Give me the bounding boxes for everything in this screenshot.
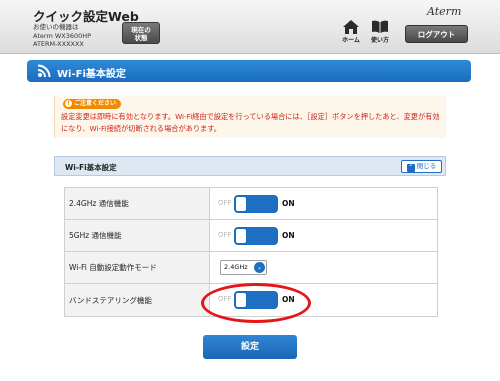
setting-label: 5GHz 通信機能	[65, 220, 210, 251]
toggle-track[interactable]	[234, 195, 278, 213]
notice-box: ! ご注意ください 設定変更は即時に有効となります。Wi-Fi経由で設定を行ってい…	[54, 96, 446, 138]
logout-button[interactable]: ログアウト	[405, 25, 468, 43]
device-caption: お使いの機器は	[33, 23, 79, 31]
device-model: Aterm WX3600HP	[33, 31, 92, 40]
status-button-line1: 現在の	[131, 26, 151, 34]
status-button-line2: 状態	[134, 34, 148, 42]
setting-label: バンドステアリング機能	[65, 284, 210, 316]
book-icon	[372, 20, 388, 33]
auto-mode-select[interactable]: 2.4GHz ⌄	[220, 260, 267, 275]
notice-badge-label: ご注意ください	[74, 100, 117, 107]
home-icon	[343, 20, 359, 34]
page-title-banner: Wi-Fi基本設定	[27, 60, 471, 82]
home-link[interactable]: ホーム	[338, 20, 364, 44]
notice-badge: ! ご注意ください	[63, 99, 122, 109]
toggle-knob[interactable]	[236, 197, 246, 211]
setting-row-auto-mode: Wi-Fi 自動設定動作モード 2.4GHz ⌄	[65, 252, 437, 284]
device-name: ATERM-XXXXXX	[33, 40, 84, 48]
manual-label: 使い方	[370, 37, 389, 44]
page-title: Wi-Fi基本設定	[57, 69, 126, 80]
collapse-button[interactable]: ⌃ 閉じる	[401, 160, 442, 173]
setting-row-5ghz: 5GHz 通信機能 OFF ON	[65, 220, 437, 252]
highlight-ellipse	[201, 283, 311, 323]
header-bar: クイック設定Web お使いの機器は Aterm WX3600HP ATERM-X…	[0, 0, 500, 54]
setting-row-24ghz: 2.4GHz 通信機能 OFF ON	[65, 188, 437, 220]
manual-link[interactable]: 使い方	[367, 20, 393, 44]
panel-header: Wi-Fi基本設定 ⌃ 閉じる	[54, 156, 446, 176]
select-value: 2.4GHz	[224, 263, 248, 271]
current-status-button[interactable]: 現在の 状態	[122, 22, 160, 44]
exclamation-icon: !	[65, 100, 72, 107]
home-label: ホーム	[342, 37, 360, 44]
toggle-off-label: OFF	[218, 231, 232, 239]
chevron-down-icon[interactable]: ⌄	[254, 262, 265, 273]
collapse-label: 閉じる	[416, 162, 437, 170]
toggle-off-label: OFF	[218, 199, 232, 207]
brand-logo: Aterm	[427, 5, 462, 18]
toggle-knob[interactable]	[236, 229, 246, 243]
submit-button[interactable]: 設定	[203, 335, 297, 359]
wifi-icon	[37, 64, 51, 78]
chevron-up-icon: ⌃	[406, 164, 415, 172]
device-info: お使いの機器は Aterm WX3600HP ATERM-XXXXXX	[33, 23, 91, 49]
panel-title: Wi-Fi基本設定	[65, 163, 117, 172]
toggle-track[interactable]	[234, 227, 278, 245]
setting-label: Wi-Fi 自動設定動作モード	[65, 252, 210, 283]
setting-label: 2.4GHz 通信機能	[65, 188, 210, 219]
notice-text: 設定変更は即時に有効となります。Wi-Fi経由で設定を行っている場合には、［設定…	[61, 112, 440, 133]
toggle-on-label: ON	[282, 199, 295, 208]
toggle-on-label: ON	[282, 231, 295, 240]
